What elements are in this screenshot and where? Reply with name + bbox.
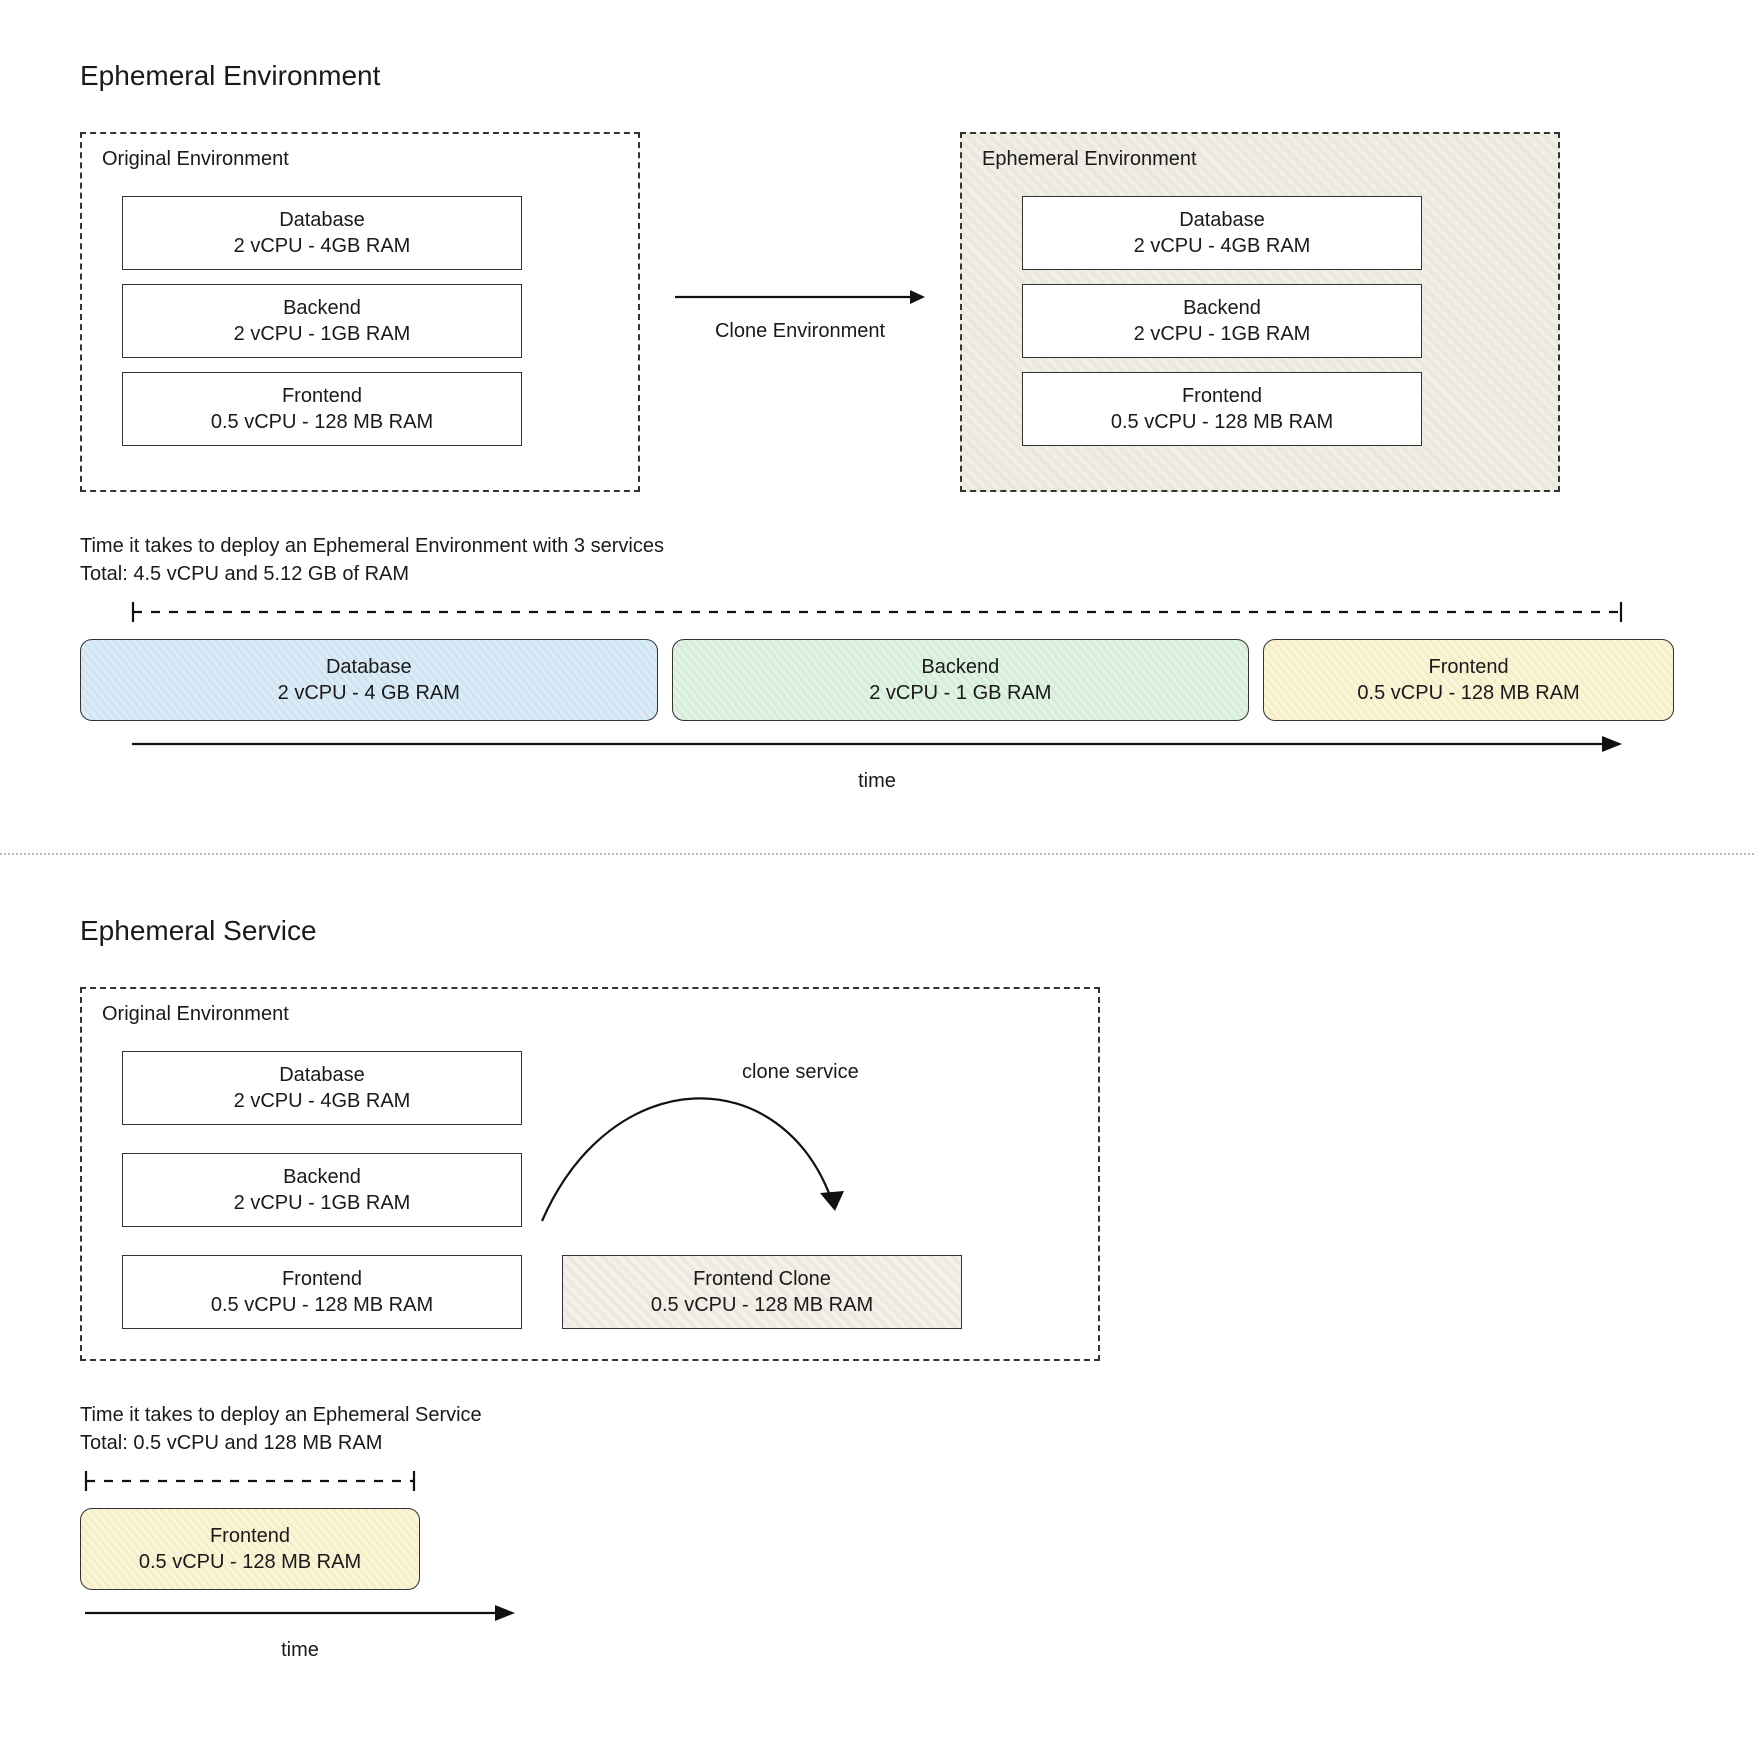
original-environment-box: Original Environment Database 2 vCPU - 4… xyxy=(80,132,640,492)
timeline-bar-frontend: Frontend 0.5 vCPU - 128 MB RAM xyxy=(1263,639,1674,721)
box-label: Original Environment xyxy=(102,1003,289,1026)
service-name: Database xyxy=(137,1062,507,1088)
service-database: Database 2 vCPU - 4GB RAM xyxy=(122,196,522,270)
service-name: Backend xyxy=(137,1164,507,1190)
service-name: Database xyxy=(137,207,507,233)
service-name: Database xyxy=(1037,207,1407,233)
bar-spec: 0.5 vCPU - 128 MB RAM xyxy=(91,1549,409,1575)
deploy-timeline: Database 2 vCPU - 4 GB RAM Backend 2 vCP… xyxy=(80,639,1674,721)
bar-spec: 2 vCPU - 1 GB RAM xyxy=(683,680,1239,706)
service-name: Frontend Clone xyxy=(577,1266,947,1292)
timeline-bracket-icon xyxy=(80,1467,420,1495)
timeline-bar-backend: Backend 2 vCPU - 1 GB RAM xyxy=(672,639,1250,721)
env-comparison-row: Original Environment Database 2 vCPU - 4… xyxy=(80,132,1674,492)
section-divider xyxy=(0,853,1754,855)
service-name: Frontend xyxy=(137,383,507,409)
service-frontend: Frontend 0.5 vCPU - 128 MB RAM xyxy=(122,372,522,446)
service-name: Backend xyxy=(1037,295,1407,321)
bar-spec: 2 vCPU - 4 GB RAM xyxy=(91,680,647,706)
arrow-label: clone service xyxy=(742,1061,859,1084)
bar-name: Database xyxy=(91,654,647,680)
service-spec: 0.5 vCPU - 128 MB RAM xyxy=(137,1292,507,1318)
service-frontend: Frontend 0.5 vCPU - 128 MB RAM xyxy=(1022,372,1422,446)
service-name: Frontend xyxy=(1037,383,1407,409)
caption-line1: Time it takes to deploy an Ephemeral Ser… xyxy=(80,1401,1674,1429)
service-spec: 2 vCPU - 1GB RAM xyxy=(137,321,507,347)
original-environment-box: Original Environment Database 2 vCPU - 4… xyxy=(80,987,1100,1361)
arrow-label: Clone Environment xyxy=(715,320,885,343)
box-label: Ephemeral Environment xyxy=(982,148,1197,171)
service-backend: Backend 2 vCPU - 1GB RAM xyxy=(122,284,522,358)
section-title: Ephemeral Environment xyxy=(80,60,1674,92)
caption-line2: Total: 0.5 vCPU and 128 MB RAM xyxy=(80,1429,1674,1457)
service-database: Database 2 vCPU - 4GB RAM xyxy=(1022,196,1422,270)
service-backend: Backend 2 vCPU - 1GB RAM xyxy=(122,1153,522,1227)
caption-line1: Time it takes to deploy an Ephemeral Env… xyxy=(80,532,1674,560)
time-axis-arrow-icon xyxy=(80,1598,520,1628)
timeline-caption: Time it takes to deploy an Ephemeral Ser… xyxy=(80,1401,1674,1457)
service-spec: 0.5 vCPU - 128 MB RAM xyxy=(577,1292,947,1318)
timeline-caption: Time it takes to deploy an Ephemeral Env… xyxy=(80,532,1674,588)
service-spec: 2 vCPU - 1GB RAM xyxy=(1037,321,1407,347)
ephemeral-environment-section: Ephemeral Environment Original Environme… xyxy=(80,60,1674,793)
service-database: Database 2 vCPU - 4GB RAM xyxy=(122,1051,522,1125)
service-spec: 0.5 vCPU - 128 MB RAM xyxy=(1037,409,1407,435)
service-frontend: Frontend 0.5 vCPU - 128 MB RAM xyxy=(122,1255,522,1329)
service-name: Backend xyxy=(137,295,507,321)
service-name: Frontend xyxy=(137,1266,507,1292)
service-spec: 0.5 vCPU - 128 MB RAM xyxy=(137,409,507,435)
time-axis-label: time xyxy=(80,1639,520,1662)
bar-name: Backend xyxy=(683,654,1239,680)
ephemeral-environment-box: Ephemeral Environment Database 2 vCPU - … xyxy=(960,132,1560,492)
timeline-bar-frontend: Frontend 0.5 vCPU - 128 MB RAM xyxy=(80,1508,420,1590)
bar-spec: 0.5 vCPU - 128 MB RAM xyxy=(1274,680,1663,706)
bar-name: Frontend xyxy=(1274,654,1663,680)
service-spec: 2 vCPU - 1GB RAM xyxy=(137,1190,507,1216)
timeline-bar-database: Database 2 vCPU - 4 GB RAM xyxy=(80,639,658,721)
service-spec: 2 vCPU - 4GB RAM xyxy=(137,1088,507,1114)
time-axis-arrow-icon xyxy=(80,729,1674,759)
ephemeral-service-section: Ephemeral Service Original Environment D… xyxy=(80,915,1674,1662)
service-frontend-clone: Frontend Clone 0.5 vCPU - 128 MB RAM xyxy=(562,1255,962,1329)
caption-line2: Total: 4.5 vCPU and 5.12 GB of RAM xyxy=(80,560,1674,588)
time-axis-label: time xyxy=(80,770,1674,793)
bar-name: Frontend xyxy=(91,1523,409,1549)
service-spec: 2 vCPU - 4GB RAM xyxy=(1037,233,1407,259)
clone-environment-arrow: Clone Environment xyxy=(670,282,930,343)
box-label: Original Environment xyxy=(102,148,289,171)
service-spec: 2 vCPU - 4GB RAM xyxy=(137,233,507,259)
section-title: Ephemeral Service xyxy=(80,915,1674,947)
timeline-bracket-icon xyxy=(80,598,1674,626)
service-backend: Backend 2 vCPU - 1GB RAM xyxy=(1022,284,1422,358)
